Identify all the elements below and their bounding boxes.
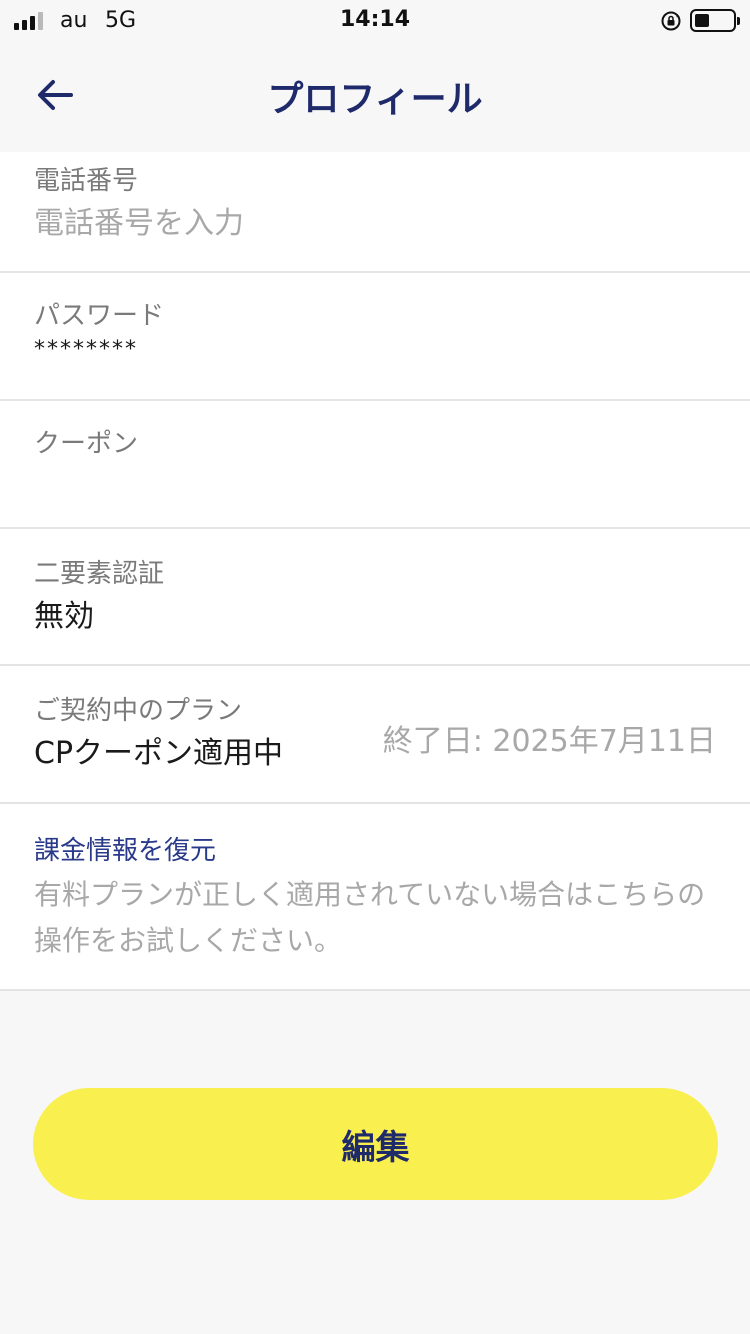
page-title: プロフィール — [267, 79, 483, 120]
profile-list: 電話番号 電話番号を入力 パスワード ******** クーポン 二要素認証 無… — [0, 152, 750, 991]
battery-icon — [690, 9, 740, 32]
rotation-lock-icon — [661, 11, 681, 31]
password-value: ******** — [34, 337, 138, 362]
password-label: パスワード — [34, 301, 165, 331]
nav-header: プロフィール — [0, 40, 750, 152]
plan-end-date: 終了日: 2025年7月11日 — [382, 724, 716, 759]
two-factor-label: 二要素認証 — [34, 559, 165, 589]
two-factor-value: 無効 — [34, 599, 94, 634]
edit-button[interactable]: 編集 — [33, 1088, 718, 1200]
status-time: 14:14 — [339, 7, 411, 32]
restore-purchase-description: 有料プランが正しく適用されていない場合はこちらの操作をお試しください。 — [34, 878, 706, 957]
two-factor-row[interactable]: 二要素認証 無効 — [0, 529, 750, 666]
restore-purchase-link[interactable]: 課金情報を復元 — [34, 834, 716, 868]
profile-screen: au 5G 14:14 プロフィール 電話番号 電話番号を入力 パスワード **… — [0, 0, 750, 1334]
phone-label: 電話番号 — [34, 166, 139, 196]
coupon-label: クーポン — [34, 429, 139, 459]
plan-row: ご契約中のプラン CPクーポン適用中 終了日: 2025年7月11日 — [0, 666, 750, 804]
status-bar: au 5G 14:14 — [0, 0, 750, 40]
password-row[interactable]: パスワード ******** — [0, 273, 750, 401]
restore-purchase-row[interactable]: 課金情報を復元 有料プランが正しく適用されていない場合はこちらの操作をお試しくだ… — [0, 804, 750, 991]
phone-input[interactable]: 電話番号を入力 — [34, 204, 716, 244]
battery-level — [695, 14, 709, 27]
phone-row[interactable]: 電話番号 電話番号を入力 — [0, 152, 750, 273]
coupon-row[interactable]: クーポン — [0, 401, 750, 529]
